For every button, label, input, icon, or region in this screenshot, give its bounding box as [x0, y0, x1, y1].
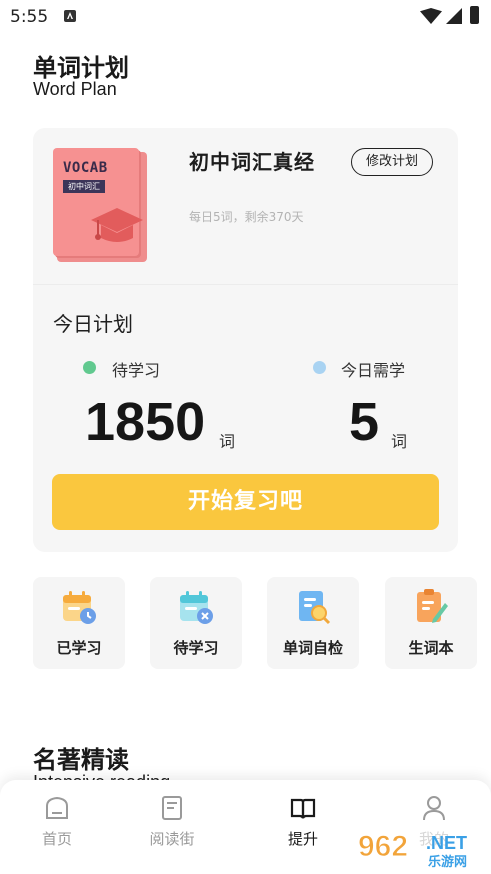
notification-icon — [64, 10, 76, 22]
nav-label: 提升 — [287, 830, 318, 848]
divider — [33, 284, 458, 285]
watermark-site-name: 乐游网 — [428, 854, 467, 870]
pending-count: 1850 — [85, 392, 206, 452]
watermark-number: 962 — [358, 830, 408, 863]
feature-label: 已学习 — [56, 639, 102, 657]
nav-improve[interactable]: 提升 — [263, 794, 343, 854]
wifi-icon — [420, 8, 442, 24]
today-need-label: 今日需学 — [341, 361, 406, 380]
page-title: 单词计划 — [33, 54, 129, 82]
calendar-plus-icon — [180, 591, 213, 624]
open-book-icon — [290, 798, 316, 819]
plan-card: VOCAB 初中词汇 初中词汇真经 修改计划 每日5词，剩余370天 今日计划 … — [33, 128, 458, 552]
book-cover-title: VOCAB — [63, 160, 108, 176]
graduation-cap-icon — [91, 208, 143, 242]
nav-home[interactable]: 首页 — [17, 794, 97, 854]
notebook-pen-icon — [417, 589, 448, 623]
status-time: 5:55 — [10, 7, 49, 27]
today-plan-title: 今日计划 — [53, 312, 133, 336]
book-cover-front: VOCAB 初中词汇 — [53, 148, 143, 256]
feature-self-check[interactable]: 单词自检 — [267, 577, 359, 669]
today-need-dot — [313, 361, 326, 374]
nav-label: 首页 — [41, 830, 72, 848]
today-need-unit: 词 — [391, 432, 408, 451]
feature-label: 生词本 — [408, 639, 454, 657]
pending-dot — [83, 361, 96, 374]
today-need-count: 5 — [349, 392, 380, 452]
page-subtitle: Word Plan — [33, 79, 117, 99]
edit-plan-button[interactable]: 修改计划 — [351, 148, 433, 176]
pending-unit: 词 — [219, 432, 236, 451]
feature-learned[interactable]: 已学习 — [33, 577, 125, 669]
section-title: 名著精读 — [33, 746, 129, 774]
nav-label: 阅读街 — [149, 830, 195, 848]
start-review-button[interactable]: 开始复习吧 — [52, 474, 439, 530]
signal-icon — [446, 8, 462, 24]
book-name: 初中词汇真经 — [189, 150, 315, 174]
watermark-domain: .NET — [426, 833, 467, 853]
pending-label: 待学习 — [112, 361, 161, 380]
feature-pending[interactable]: 待学习 — [150, 577, 242, 669]
document-search-icon — [299, 591, 331, 625]
book-cover[interactable]: VOCAB 初中词汇 — [53, 148, 147, 262]
watermark-logo: 962 .NET 乐游网 — [352, 828, 487, 870]
feature-label: 待学习 — [173, 639, 219, 657]
feature-label: 单词自检 — [282, 639, 343, 657]
status-bar: 5:55 — [0, 0, 491, 34]
plan-meta: 每日5词，剩余370天 — [189, 210, 304, 224]
book-icon — [162, 796, 182, 820]
calendar-clock-icon — [63, 591, 96, 624]
book-cover-tag: 初中词汇 — [63, 180, 105, 193]
profile-icon — [423, 796, 445, 821]
battery-icon — [470, 6, 479, 24]
feature-vocab-book[interactable]: 生词本 — [385, 577, 477, 669]
home-icon — [46, 796, 68, 819]
nav-reading[interactable]: 阅读街 — [132, 794, 212, 854]
